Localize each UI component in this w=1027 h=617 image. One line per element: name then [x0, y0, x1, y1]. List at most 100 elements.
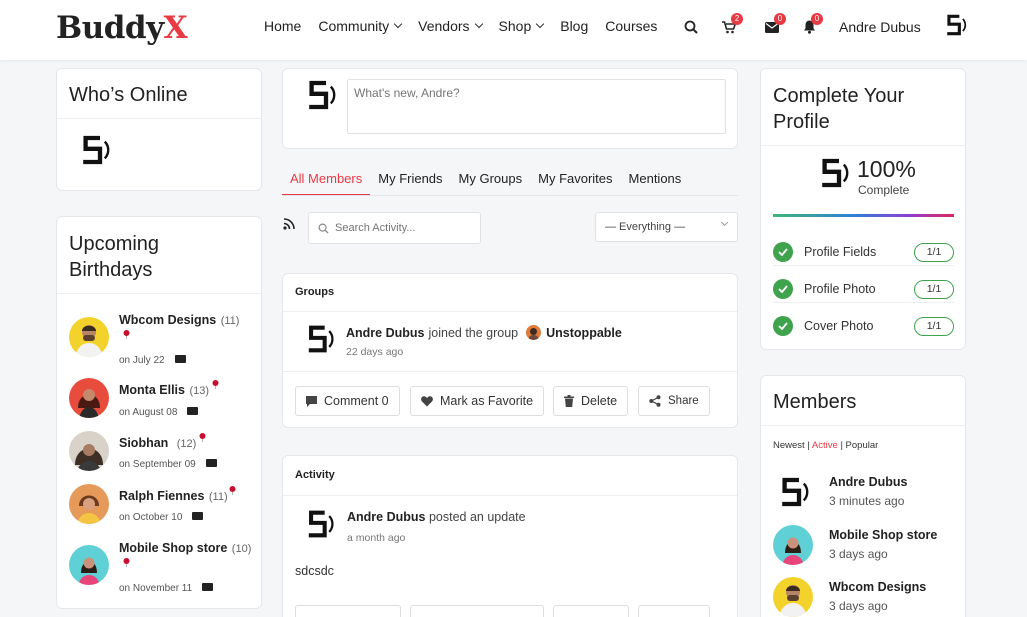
- activity-item: Activity Andre Dubus posted an update a …: [282, 455, 738, 617]
- activity-time[interactable]: a month ago: [347, 532, 405, 544]
- nav-label: Vendors: [418, 18, 470, 34]
- birthday-name[interactable]: Siobhan: [119, 436, 168, 450]
- comment-button[interactable]: [295, 605, 401, 617]
- tab-my-friends[interactable]: My Friends: [370, 160, 450, 195]
- tab-my-groups[interactable]: My Groups: [451, 160, 531, 195]
- profile-completion-widget: Complete Your Profile 100% Complete Prof…: [760, 68, 966, 350]
- activity-content: sdcsdc: [295, 564, 334, 578]
- filter-sep: |: [840, 440, 843, 451]
- nav-blog[interactable]: Blog: [560, 18, 588, 34]
- tab-all-members[interactable]: All Members: [282, 160, 371, 195]
- activity-avatar[interactable]: [300, 505, 338, 543]
- birthday-name[interactable]: Wbcom Designs: [119, 313, 216, 327]
- members-filter: Newest | Active | Popular: [773, 440, 878, 451]
- group-avatar[interactable]: [526, 325, 542, 340]
- envelope-icon[interactable]: [187, 406, 199, 415]
- delete-button[interactable]: Delete: [553, 386, 629, 416]
- messages-badge: 0: [774, 13, 786, 25]
- activity-avatar[interactable]: [300, 320, 338, 358]
- birthday-avatar[interactable]: [69, 378, 109, 418]
- nav-vendors[interactable]: Vendors: [418, 18, 483, 34]
- birthday-date: on November 11: [119, 583, 193, 594]
- whats-new-input[interactable]: [347, 79, 726, 134]
- birthday-avatar[interactable]: [69, 317, 109, 357]
- widget-title: Who’s Online: [57, 69, 261, 119]
- birthday-name[interactable]: Ralph Fiennes: [119, 489, 204, 503]
- search-activity-input[interactable]: [335, 218, 475, 238]
- member-avatar[interactable]: [773, 525, 813, 565]
- post-form-avatar[interactable]: [300, 75, 340, 115]
- profile-item-value: 1/1: [914, 242, 954, 262]
- filter-active[interactable]: Active: [812, 440, 838, 451]
- birthday-avatar[interactable]: [69, 431, 109, 471]
- nav-home[interactable]: Home: [264, 18, 301, 34]
- envelope-icon[interactable]: [202, 582, 214, 591]
- filter-popular[interactable]: Popular: [846, 440, 879, 451]
- envelope-icon[interactable]: [192, 511, 204, 520]
- delete-button[interactable]: [553, 605, 629, 617]
- nav-shop[interactable]: Shop: [499, 18, 545, 34]
- member-time: 3 days ago: [829, 547, 888, 561]
- filter-selected: — Everything —: [605, 221, 686, 233]
- favorite-button[interactable]: [410, 605, 544, 617]
- share-button[interactable]: Share: [638, 386, 710, 416]
- widget-title: Members: [761, 376, 965, 426]
- comment-button[interactable]: Comment 0: [295, 386, 400, 416]
- profile-item-label[interactable]: Profile Photo: [804, 282, 876, 296]
- birthday-name[interactable]: Mobile Shop store: [119, 541, 227, 555]
- birthday-date: on July 22: [119, 355, 165, 366]
- site-header: BuddyX Home Community Vendors Shop Blog …: [0, 0, 1027, 60]
- site-logo[interactable]: BuddyX: [56, 10, 188, 46]
- activity-filter-select[interactable]: — Everything —: [595, 212, 738, 242]
- birthday-date-row: on July 22: [119, 350, 186, 368]
- profile-item-label[interactable]: Cover Photo: [804, 319, 873, 333]
- chevron-down-icon: [474, 19, 483, 29]
- member-avatar[interactable]: [773, 472, 813, 512]
- cart-icon[interactable]: 2: [720, 13, 743, 36]
- header-avatar[interactable]: [940, 10, 970, 40]
- filter-newest[interactable]: Newest: [773, 440, 805, 451]
- divider: [283, 311, 737, 312]
- messages-icon[interactable]: 0: [763, 13, 786, 36]
- profile-item: Cover Photo 1/1: [773, 315, 954, 337]
- member-name[interactable]: Andre Dubus: [829, 475, 907, 489]
- header-user-name[interactable]: Andre Dubus: [839, 19, 921, 35]
- cart-badge: 2: [731, 13, 743, 25]
- rss-icon[interactable]: [283, 218, 295, 230]
- nav-label: Community: [318, 18, 390, 34]
- divider: [773, 302, 954, 303]
- nav-community[interactable]: Community: [318, 18, 403, 34]
- tab-my-favorites[interactable]: My Favorites: [530, 160, 620, 195]
- member-name[interactable]: Wbcom Designs: [829, 580, 926, 594]
- share-button[interactable]: [638, 605, 710, 617]
- share-label: Share: [668, 395, 699, 407]
- birthday-avatar[interactable]: [69, 484, 109, 524]
- activity-item: Groups Andre Dubus joined the group Unst…: [282, 273, 738, 428]
- activity-section-title: Activity: [295, 469, 335, 481]
- member-avatar[interactable]: [773, 577, 813, 617]
- activity-group-link[interactable]: Unstoppable: [546, 326, 622, 340]
- member-name[interactable]: Mobile Shop store: [829, 528, 937, 542]
- activity-time[interactable]: 22 days ago: [346, 346, 403, 358]
- activity-actor-link[interactable]: Andre Dubus: [346, 326, 424, 340]
- nav-courses[interactable]: Courses: [605, 18, 657, 34]
- title-line: Complete Your: [773, 85, 905, 107]
- check-icon: [773, 242, 793, 262]
- activity-actor-link[interactable]: Andre Dubus: [347, 510, 425, 524]
- tab-mentions[interactable]: Mentions: [621, 160, 690, 195]
- bell-icon[interactable]: 0: [800, 13, 823, 36]
- balloon-icon: [123, 558, 130, 567]
- envelope-icon[interactable]: [205, 458, 217, 467]
- check-icon: [773, 279, 793, 299]
- profile-avatar[interactable]: [813, 153, 853, 193]
- birthday-item: Monta Ellis (13): [119, 381, 209, 399]
- birthday-date: on August 08: [119, 407, 178, 418]
- birthday-count: (10): [231, 543, 252, 555]
- birthday-name[interactable]: Monta Ellis: [119, 383, 185, 397]
- birthday-avatar[interactable]: [69, 545, 109, 585]
- profile-item-label[interactable]: Profile Fields: [804, 245, 876, 259]
- favorite-button[interactable]: Mark as Favorite: [410, 386, 545, 416]
- search-icon[interactable]: [682, 18, 700, 36]
- online-user-avatar[interactable]: [74, 130, 114, 170]
- envelope-icon[interactable]: [174, 354, 186, 363]
